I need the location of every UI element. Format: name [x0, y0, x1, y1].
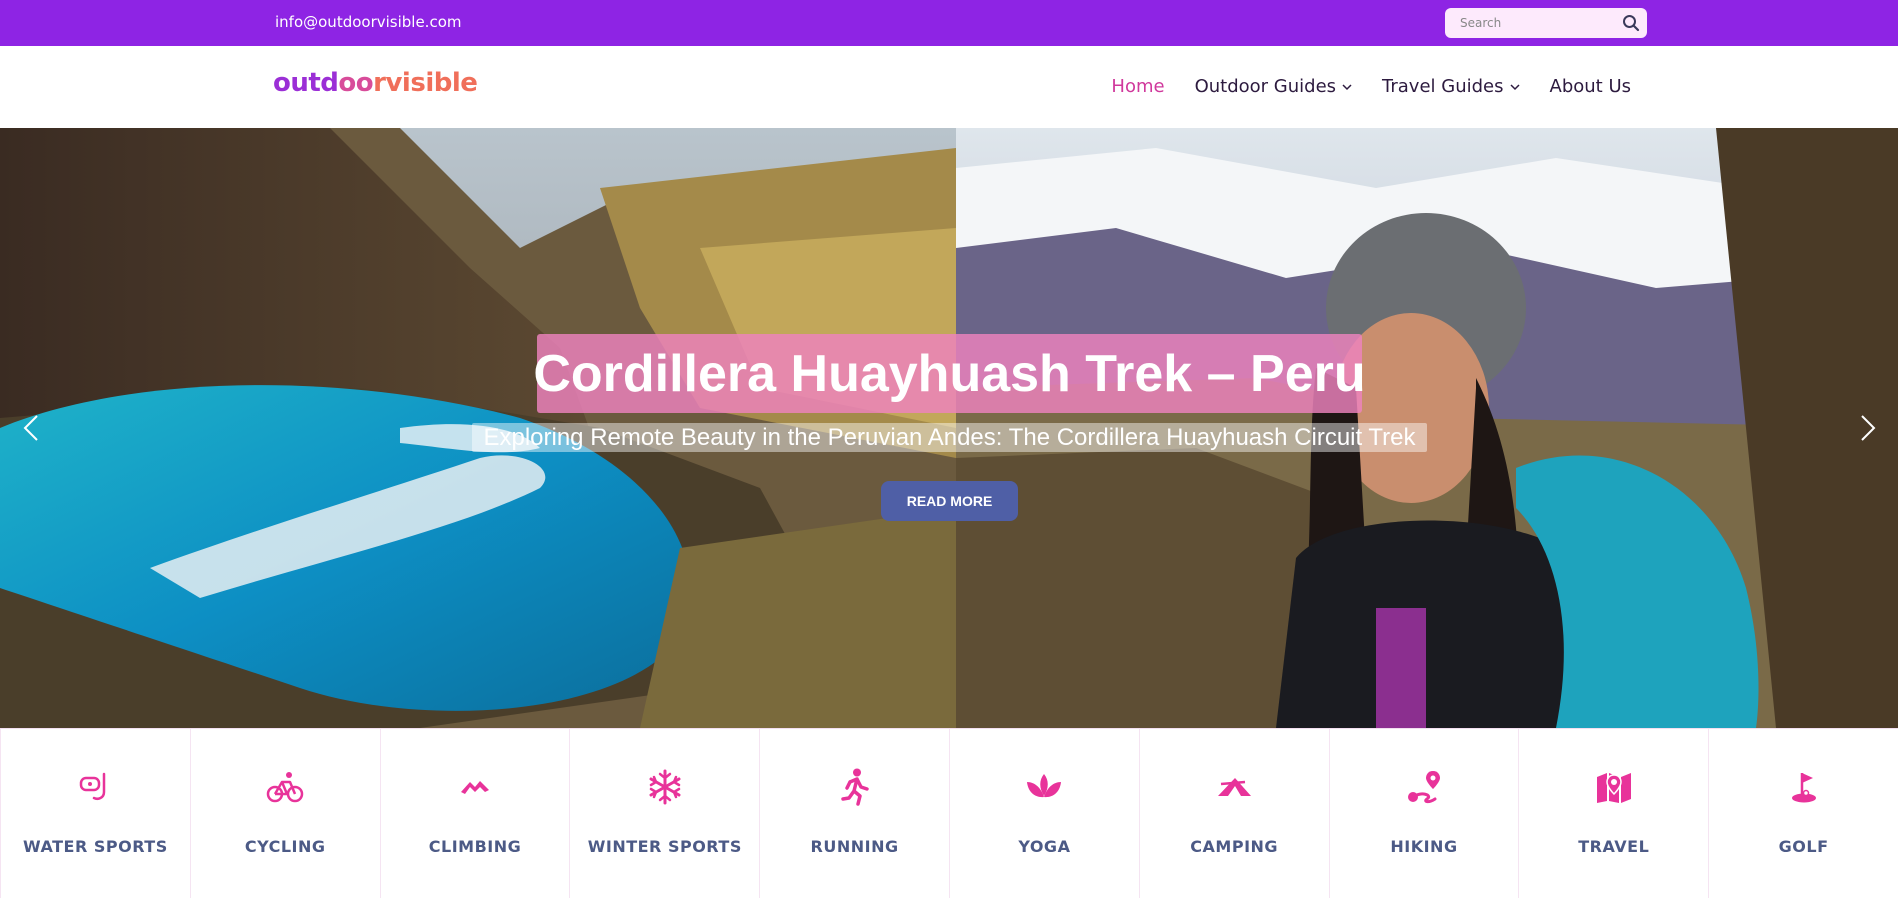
- nav-home[interactable]: Home: [1111, 76, 1164, 97]
- category-bar: WATER SPORTS CYCLING CLIMBING WINTER SPO…: [0, 728, 1898, 898]
- search-input[interactable]: [1445, 8, 1615, 38]
- category-camping[interactable]: CAMPING: [1138, 729, 1329, 898]
- golf-flag-icon: [1784, 767, 1824, 807]
- nav-about-us[interactable]: About Us: [1550, 76, 1632, 97]
- category-hiking[interactable]: HIKING: [1328, 729, 1519, 898]
- main-nav: Home Outdoor Guides Travel Guides About …: [1111, 76, 1631, 97]
- running-person-icon: [835, 767, 875, 807]
- hero-subtitle-box: Exploring Remote Beauty in the Peruvian …: [472, 423, 1427, 452]
- category-climbing[interactable]: CLIMBING: [379, 729, 570, 898]
- search-box: [1445, 8, 1647, 38]
- tent-icon: [1214, 767, 1254, 807]
- category-golf[interactable]: GOLF: [1708, 729, 1898, 898]
- category-cycling[interactable]: CYCLING: [189, 729, 380, 898]
- slider-prev-arrow-icon[interactable]: [17, 413, 47, 443]
- search-icon[interactable]: [1621, 13, 1641, 33]
- hero-slider: Cordillera Huayhuash Trek – Peru Explori…: [0, 128, 1898, 728]
- chevron-down-icon: [1509, 83, 1520, 90]
- category-water-sports[interactable]: WATER SPORTS: [0, 729, 190, 898]
- contact-email[interactable]: info@outdoorvisible.com: [275, 13, 462, 31]
- snowflake-icon: [645, 767, 685, 807]
- bicycle-icon: [265, 767, 305, 807]
- route-icon: [1404, 767, 1444, 807]
- read-more-button[interactable]: READ MORE: [881, 481, 1018, 521]
- map-pin-icon: [1594, 767, 1634, 807]
- mountain-icon: [455, 767, 495, 807]
- hero-subtitle: Exploring Remote Beauty in the Peruvian …: [483, 423, 1416, 451]
- chevron-down-icon: [1342, 83, 1352, 90]
- category-travel[interactable]: TRAVEL: [1518, 729, 1708, 898]
- hero-title-box: Cordillera Huayhuash Trek – Peru: [533, 334, 1366, 413]
- site-logo[interactable]: outdoorvisible: [273, 68, 478, 98]
- category-yoga[interactable]: YOGA: [948, 729, 1139, 898]
- slider-next-arrow-icon[interactable]: [1852, 413, 1882, 443]
- hero-title[interactable]: Cordillera Huayhuash Trek – Peru: [533, 344, 1365, 404]
- top-bar: info@outdoorvisible.com: [0, 0, 1898, 46]
- snorkel-icon: [75, 767, 115, 807]
- lotus-icon: [1024, 767, 1064, 807]
- category-winter-sports[interactable]: WINTER SPORTS: [569, 729, 759, 898]
- category-running[interactable]: RUNNING: [759, 729, 949, 898]
- nav-outdoor-guides[interactable]: Outdoor Guides: [1195, 76, 1352, 97]
- main-header: outdoorvisible Home Outdoor Guides Trave…: [0, 46, 1898, 128]
- nav-travel-guides[interactable]: Travel Guides: [1382, 76, 1520, 97]
